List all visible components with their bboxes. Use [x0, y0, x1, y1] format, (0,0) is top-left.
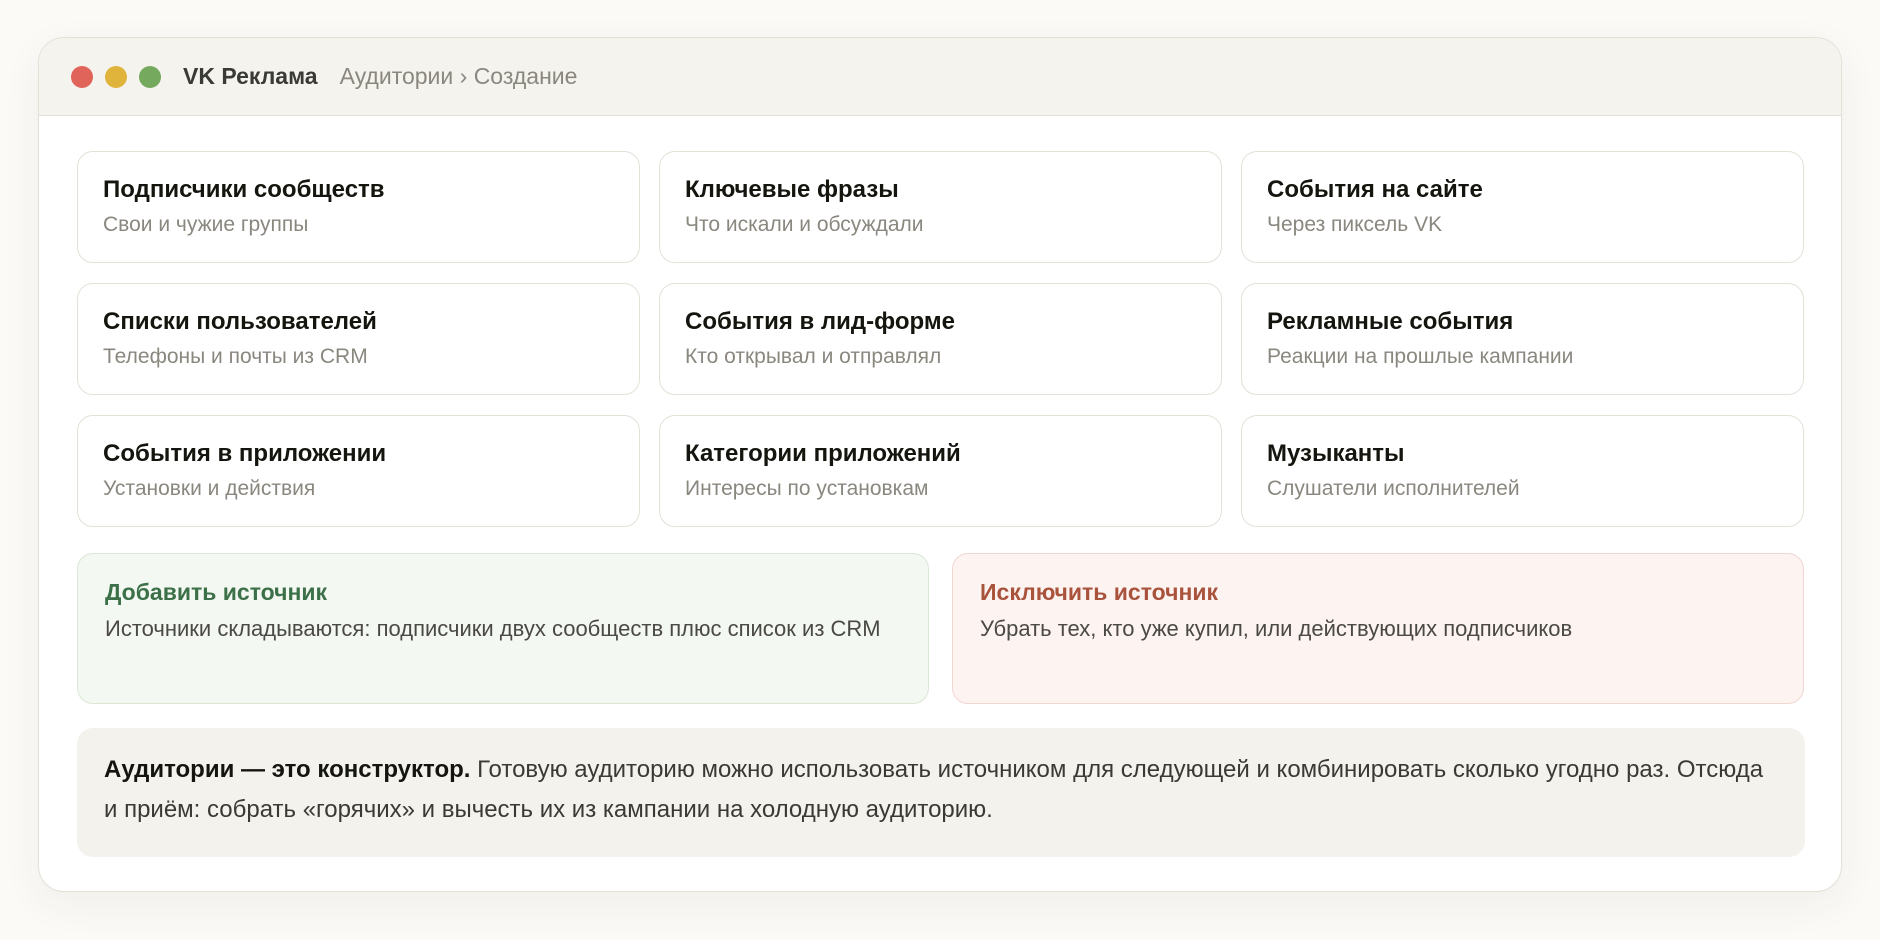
- info-note-lead: Аудитории — это конструктор.: [104, 756, 471, 783]
- source-card-keywords[interactable]: Ключевые фразы Что искали и обсуждали: [659, 151, 1222, 263]
- source-card-app-events[interactable]: События в приложении Установки и действи…: [77, 415, 640, 527]
- minimize-window-button[interactable]: [105, 65, 127, 88]
- source-card-app-categories[interactable]: Категории приложений Интересы по установ…: [659, 415, 1222, 527]
- app-title: VK Реклама: [183, 63, 318, 89]
- maximize-window-button[interactable]: [139, 65, 161, 88]
- title-bar: VK Реклама Аудитории › Создание: [39, 38, 1841, 116]
- source-card-subtitle: Интересы по установкам: [685, 477, 929, 500]
- source-card-subtitle: Установки и действия: [103, 477, 316, 500]
- source-card-subtitle: Слушатели исполнителей: [1267, 477, 1520, 500]
- exclude-source-panel[interactable]: Исключить источник Убрать тех, кто уже к…: [952, 553, 1804, 704]
- exclude-source-description: Убрать тех, кто уже купил, или действующ…: [980, 616, 1573, 641]
- breadcrumb: Аудитории › Создание: [339, 63, 578, 89]
- app-window: VK Реклама Аудитории › Создание Подписчи…: [38, 37, 1842, 892]
- source-card-title: События в лид-форме: [685, 308, 955, 335]
- source-card-title: Подписчики сообществ: [103, 176, 385, 203]
- add-source-panel[interactable]: Добавить источник Источники складываются…: [77, 553, 929, 704]
- source-card-subtitle: Реакции на прошлые кампании: [1267, 345, 1574, 368]
- source-card-subtitle: Телефоны и почты из CRM: [103, 345, 368, 368]
- source-card-title: Ключевые фразы: [685, 176, 899, 203]
- source-card-title: Категории приложений: [685, 440, 961, 467]
- add-source-description: Источники складываются: подписчики двух …: [105, 616, 881, 641]
- source-card-community-subscribers[interactable]: Подписчики сообществ Свои и чужие группы: [77, 151, 640, 263]
- close-window-button[interactable]: [71, 65, 93, 88]
- source-card-title: Музыканты: [1267, 440, 1405, 467]
- source-card-subtitle: Свои и чужие группы: [103, 213, 309, 236]
- source-card-musicians[interactable]: Музыканты Слушатели исполнителей: [1241, 415, 1804, 527]
- add-source-title: Добавить источник: [105, 579, 328, 605]
- source-card-title: Списки пользователей: [103, 308, 377, 335]
- source-card-ad-events[interactable]: Рекламные события Реакции на прошлые кам…: [1241, 283, 1804, 395]
- source-grid: Подписчики сообществ Свои и чужие группы…: [77, 151, 1805, 527]
- source-card-user-lists[interactable]: Списки пользователей Телефоны и почты из…: [77, 283, 640, 395]
- main-content: Подписчики сообществ Свои и чужие группы…: [77, 151, 1805, 857]
- exclude-source-title: Исключить источник: [980, 579, 1219, 605]
- source-card-lead-form-events[interactable]: События в лид-форме Кто открывал и отпра…: [659, 283, 1222, 395]
- source-card-subtitle: Кто открывал и отправлял: [685, 345, 942, 368]
- source-card-title: Рекламные события: [1267, 308, 1514, 335]
- info-note: Аудитории — это конструктор. Готовую ауд…: [77, 728, 1805, 857]
- source-card-title: События в приложении: [103, 440, 387, 467]
- source-card-site-events[interactable]: События на сайте Через пиксель VK: [1241, 151, 1804, 263]
- source-card-subtitle: Что искали и обсуждали: [685, 213, 924, 236]
- source-card-title: События на сайте: [1267, 176, 1483, 203]
- source-card-subtitle: Через пиксель VK: [1267, 213, 1443, 236]
- source-actions: Добавить источник Источники складываются…: [77, 553, 1805, 704]
